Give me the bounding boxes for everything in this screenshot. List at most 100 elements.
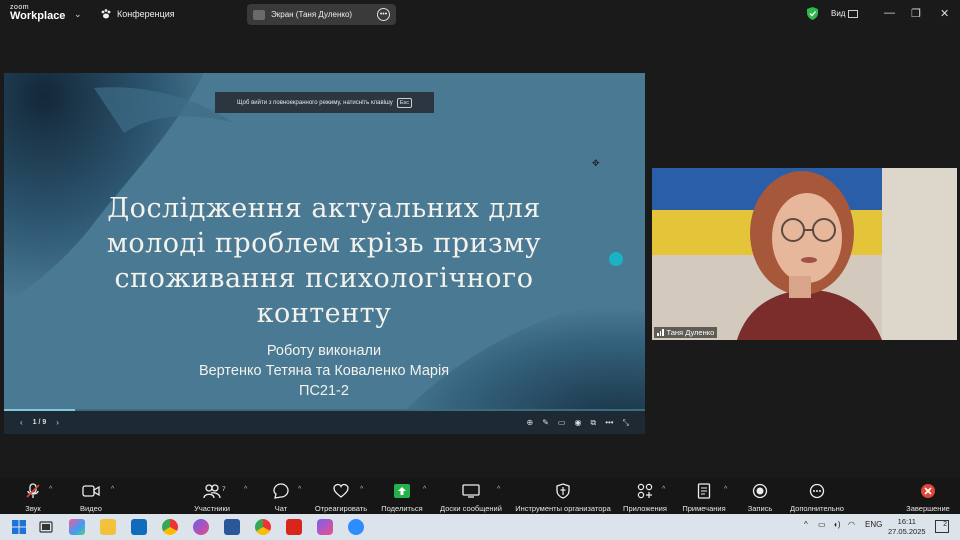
participant-name: Таня Дуленко: [666, 328, 715, 337]
video-options-caret-icon[interactable]: ^: [111, 486, 114, 493]
apps-icon: [637, 483, 653, 499]
outlook-icon[interactable]: [131, 519, 147, 535]
logo-line-2: Workplace: [10, 10, 66, 22]
host-shield-icon: [556, 483, 570, 499]
wifi-icon[interactable]: ◠: [848, 520, 855, 529]
notes-icon: [697, 483, 711, 499]
more-options-icon[interactable]: •••: [377, 8, 390, 21]
battery-icon[interactable]: ▭: [818, 520, 826, 529]
title-line: контенту: [256, 298, 392, 329]
audio-options-caret-icon[interactable]: ^: [49, 486, 52, 493]
windows-start-icon[interactable]: [11, 519, 27, 535]
heart-icon: [333, 483, 349, 498]
exit-fullscreen-icon[interactable]: ⤡: [623, 418, 629, 428]
participants-options-caret-icon[interactable]: ^: [244, 486, 247, 493]
chrome-icon[interactable]: [162, 519, 178, 535]
share-options-caret-icon[interactable]: ^: [423, 486, 426, 493]
whiteboard-icon: [462, 484, 480, 498]
slide-authors: Роботу виконали Вертенко Тетяна та Ковал…: [164, 341, 484, 401]
host-tools-button[interactable]: Инструменты организатора: [514, 482, 612, 513]
viber-icon[interactable]: [317, 519, 333, 535]
authors-line: Вертенко Тетяна та Коваленко Марія: [198, 363, 450, 379]
view-layout-icon[interactable]: [848, 10, 858, 18]
notifications-icon[interactable]: 2: [935, 520, 949, 533]
volume-icon[interactable]: ◖): [833, 520, 841, 529]
restore-icon[interactable]: ❐: [911, 7, 921, 20]
chevron-down-icon[interactable]: ⌄: [74, 9, 82, 20]
paw-icon: [101, 9, 111, 19]
tray-overflow-icon[interactable]: ^: [804, 520, 808, 529]
word-icon[interactable]: [224, 519, 240, 535]
title-line: Дослідження актуальних для: [107, 193, 541, 224]
view-button[interactable]: Вид: [831, 9, 845, 18]
esc-hint-text: Щоб вийти з повноекранного режиму, натис…: [237, 99, 393, 106]
zoom-taskbar-icon[interactable]: [348, 519, 364, 535]
present-icon[interactable]: ⧉: [590, 418, 596, 428]
record-button[interactable]: Запись: [746, 482, 774, 513]
react-options-caret-icon[interactable]: ^: [360, 486, 363, 493]
esc-key-badge: Esc: [396, 97, 412, 108]
more-button[interactable]: Дополнительно: [788, 482, 846, 513]
apps-options-caret-icon[interactable]: ^: [662, 486, 665, 493]
whiteboards-label: Доски сообщений: [440, 504, 502, 513]
host-tools-label: Инструменты организатора: [515, 504, 611, 513]
camera-icon: [82, 485, 100, 497]
share-status-pill[interactable]: Экран (Таня Дуленко) •••: [247, 4, 396, 25]
video-button[interactable]: Видео: [78, 482, 104, 513]
record-icon: [752, 483, 768, 499]
end-meeting-button[interactable]: Завершение: [904, 482, 952, 513]
fullscreen-exit-hint: Щоб вийти з повноекранного режиму, натис…: [215, 92, 434, 113]
audio-button[interactable]: Звук: [20, 482, 46, 513]
participants-icon: [203, 484, 221, 499]
more-icon[interactable]: •••: [605, 418, 613, 428]
shared-screen[interactable]: Щоб вийти з повноекранного режиму, натис…: [4, 73, 645, 434]
chat-icon: [273, 483, 289, 499]
participants-label: Участники: [194, 504, 230, 513]
meeting-label: Конференция: [117, 9, 175, 19]
notes-button[interactable]: Примечания: [682, 482, 726, 513]
copilot-icon[interactable]: [69, 519, 85, 535]
prev-slide-icon[interactable]: ‹: [20, 418, 23, 427]
notes-label: Примечания: [682, 504, 726, 513]
chat-button[interactable]: Чат: [270, 482, 292, 513]
share-button[interactable]: Поделиться: [380, 482, 424, 513]
whiteboards-button[interactable]: Доски сообщений: [438, 482, 504, 513]
next-slide-icon[interactable]: ›: [56, 418, 59, 427]
task-view-icon[interactable]: [38, 519, 54, 535]
participant-video[interactable]: Таня Дуленко: [652, 168, 957, 340]
authors-line: ПС21-2: [299, 383, 349, 399]
participants-button[interactable]: Участники: [192, 482, 232, 513]
messenger-icon[interactable]: [193, 519, 209, 535]
move-cursor-icon: ✥: [592, 158, 600, 168]
subtitles-icon[interactable]: ▭: [558, 418, 566, 428]
video-frame: [652, 168, 957, 340]
chat-options-caret-icon[interactable]: ^: [298, 486, 301, 493]
clock[interactable]: 16:11 27.05.2025: [888, 517, 926, 537]
audio-label: Звук: [25, 504, 41, 513]
language-indicator[interactable]: ENG: [865, 520, 882, 529]
windows-taskbar: ^ ▭ ◖) ◠ ENG 16:11 27.05.2025 2: [0, 514, 960, 540]
clock-time: 16:11: [897, 517, 916, 526]
apps-label: Приложения: [623, 504, 667, 513]
meeting-info-button[interactable]: Конференция: [100, 8, 175, 20]
notification-count: 2: [943, 521, 947, 528]
zoom-logo: zoom Workplace: [10, 4, 65, 22]
close-icon[interactable]: ✕: [940, 7, 949, 20]
notes-options-caret-icon[interactable]: ^: [724, 486, 727, 493]
video-label: Видео: [80, 504, 102, 513]
chat-label: Чат: [274, 504, 288, 513]
pdf-reader-icon[interactable]: [286, 519, 302, 535]
slide-controls: ‹ 1 / 9 › ⊕ ✎ ▭ ◉ ⧉ ••• ⤡: [4, 411, 645, 434]
encryption-shield-icon[interactable]: [807, 7, 818, 20]
share-label: Поделиться: [381, 504, 423, 513]
minimize-icon[interactable]: —: [884, 7, 895, 19]
chrome-profile-icon[interactable]: [255, 519, 271, 535]
file-explorer-icon[interactable]: [100, 519, 116, 535]
participant-name-tag: Таня Дуленко: [654, 327, 718, 338]
whiteboards-options-caret-icon[interactable]: ^: [497, 486, 500, 493]
zoom-icon[interactable]: ⊕: [527, 418, 534, 428]
page-indicator: 1 / 9: [32, 419, 47, 426]
accent-dot: [609, 252, 623, 266]
pen-icon[interactable]: ✎: [542, 418, 549, 428]
audio-wave-icon[interactable]: ◉: [574, 418, 581, 428]
